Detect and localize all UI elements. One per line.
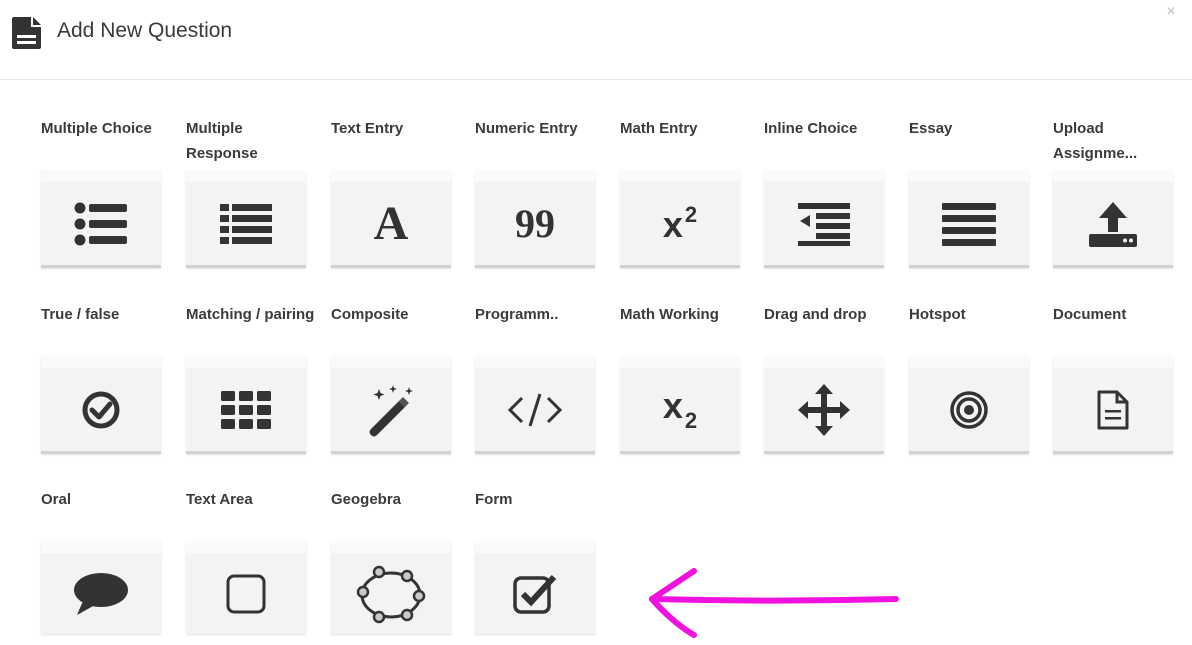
tile-button[interactable] (331, 541, 451, 634)
tile-label: Oral (41, 491, 72, 508)
subscript-glyph: 2 (684, 408, 698, 433)
move-arrows-icon (798, 383, 850, 436)
check-circle-icon (82, 391, 120, 428)
tile-button[interactable] (909, 170, 1029, 268)
tile-label: Math Working (620, 306, 719, 323)
tile-label: Essay (909, 120, 953, 137)
tile-button[interactable] (1053, 170, 1173, 268)
tile-label: Drag and drop (764, 306, 867, 323)
close-button[interactable]: × (1160, 2, 1182, 24)
arrow-left-icon (649, 568, 899, 638)
list-bullet-icon (74, 202, 127, 245)
tile-button[interactable] (475, 356, 595, 454)
tile-button[interactable] (186, 170, 306, 268)
tile-button[interactable] (41, 541, 161, 634)
tile-button[interactable] (41, 170, 161, 268)
tile-button[interactable] (186, 541, 306, 634)
list-square-icon (220, 203, 272, 244)
tile-button[interactable]: 99 (475, 170, 595, 268)
tile-label: Document (1053, 306, 1127, 323)
tile-button[interactable] (1053, 356, 1173, 454)
tile-label: Numeric Entry (475, 120, 578, 137)
tile-button[interactable]: x2 (620, 356, 740, 454)
file-text-icon (1097, 390, 1129, 429)
variable-glyph: x (662, 385, 683, 426)
grid-icon (221, 390, 271, 429)
tile-label: Multiple Response (186, 120, 258, 162)
tile-label: Text Area (186, 491, 253, 508)
tile-label: Matching / pairing (186, 306, 315, 323)
tile-button[interactable] (186, 356, 306, 454)
tile-label: Geogebra (331, 491, 402, 508)
tile-button[interactable] (475, 541, 595, 634)
geogebra-icon (356, 565, 426, 623)
dialog-header: Add New Question (0, 0, 1192, 80)
outdent-list-icon (798, 202, 850, 246)
tile-button[interactable] (764, 356, 884, 454)
exponent-glyph: 2 (684, 201, 698, 227)
number-99-icon: 99 (515, 201, 555, 246)
tile-label: Text Entry (331, 120, 404, 137)
letter-a-icon: A (373, 197, 409, 250)
target-icon (950, 390, 988, 429)
tile-button[interactable] (909, 356, 1029, 454)
check-square-icon (513, 574, 557, 614)
variable-glyph: x (662, 203, 683, 245)
paragraph-lines-icon (942, 202, 996, 246)
upload-icon (1089, 201, 1137, 247)
code-icon (507, 393, 563, 426)
magic-wand-icon (369, 384, 413, 436)
tile-label: True / false (41, 306, 120, 323)
tile-label: Hotspot (909, 306, 966, 323)
tile-label: Math Entry (620, 120, 698, 137)
file-icon (12, 17, 41, 49)
tile-button[interactable]: x2 (620, 170, 740, 268)
tile-button[interactable]: A (331, 170, 451, 268)
superscript-icon: x2 (663, 202, 697, 246)
tile-label: Upload Assignme... (1053, 120, 1138, 162)
tile-label: Inline Choice (764, 120, 858, 137)
tile-label: Programm.. (475, 306, 559, 323)
tile-label: Multiple Choice (41, 120, 152, 137)
tile-button[interactable] (41, 356, 161, 454)
dialog-title: Add New Question (57, 19, 233, 42)
tile-label: Form (475, 491, 513, 508)
tile-button[interactable] (331, 356, 451, 454)
tile-label: Composite (331, 306, 409, 323)
tile-button[interactable] (764, 170, 884, 268)
subscript-icon: x2 (663, 385, 697, 434)
empty-square-icon (226, 574, 266, 613)
speech-bubble-icon (74, 572, 128, 615)
